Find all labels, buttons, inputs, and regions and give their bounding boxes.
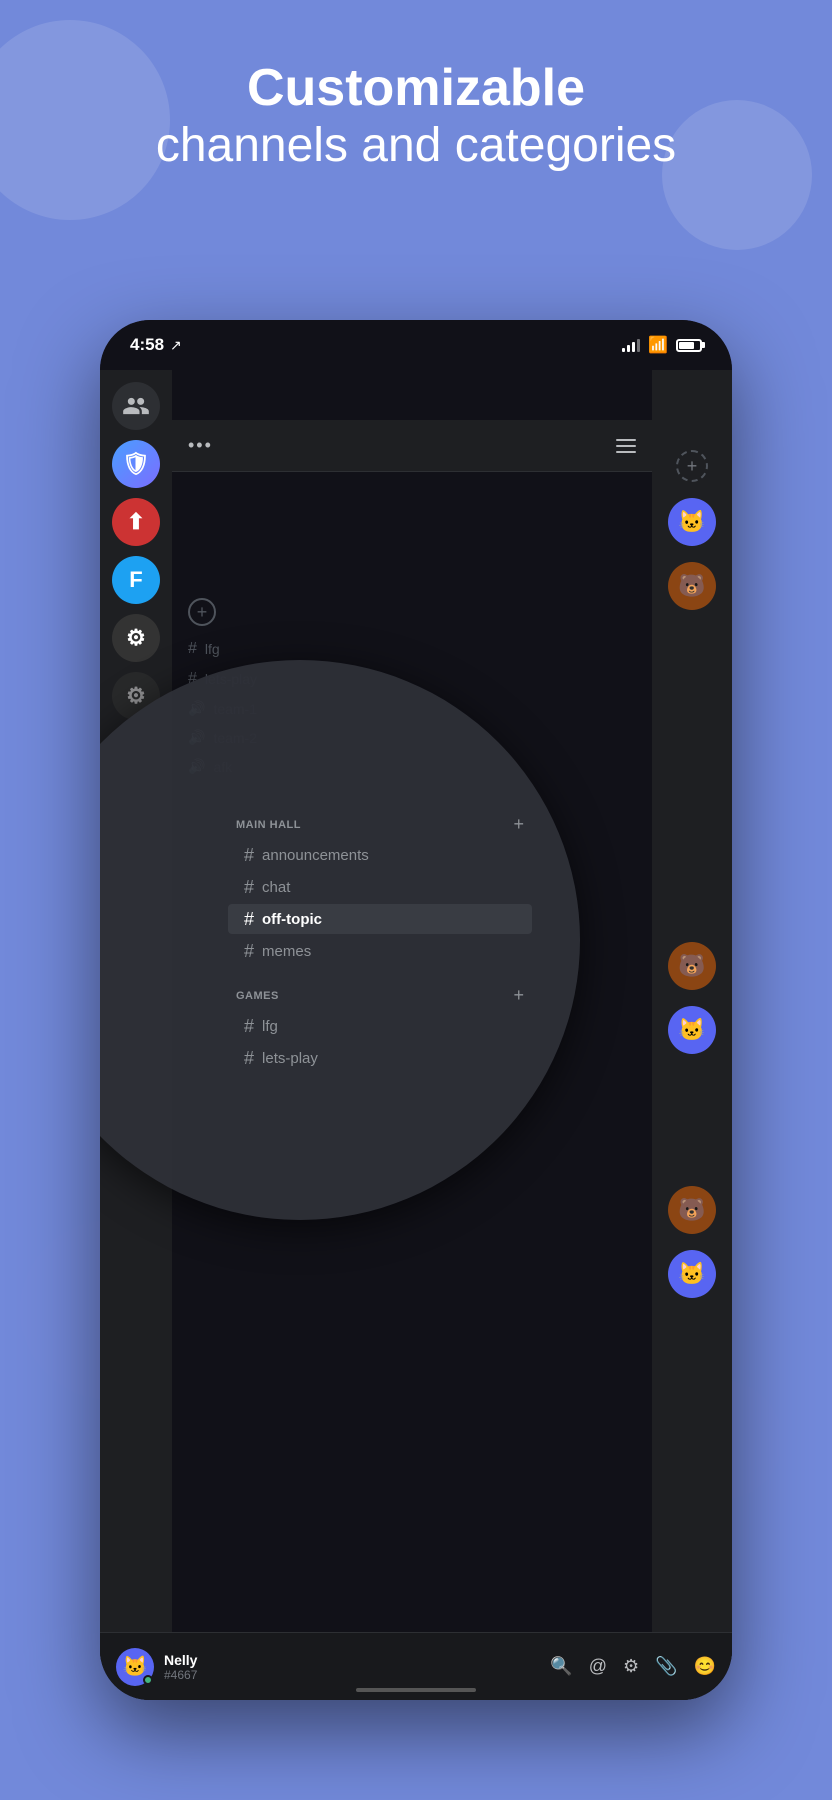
- category-games-add[interactable]: +: [513, 985, 524, 1006]
- hash-icon: #: [244, 1017, 254, 1035]
- hash-icon: #: [244, 878, 254, 896]
- header-light: channels and categories: [40, 117, 792, 175]
- hash-icon: #: [244, 1049, 254, 1067]
- status-icons: 📶: [622, 335, 702, 355]
- attachment-action-icon[interactable]: 📎: [655, 1656, 677, 1677]
- member-avatar-3[interactable]: 🐻: [668, 942, 716, 990]
- category-main-hall[interactable]: MAIN HALL +: [220, 806, 540, 839]
- channel-name-off-topic: off-topic: [262, 911, 322, 928]
- category-games[interactable]: GAMES +: [220, 977, 540, 1010]
- members-panel: + 🐱 🐻 🐻 🐱 🐻 🐱: [652, 370, 732, 1700]
- settings-action-icon[interactable]: ⚙: [623, 1656, 639, 1677]
- hash-icon: #: [244, 846, 254, 864]
- bg-channel-lfg[interactable]: # lfg: [188, 634, 642, 664]
- dots-menu[interactable]: •••: [188, 435, 213, 456]
- add-member-button[interactable]: +: [676, 450, 708, 482]
- wifi-icon: 📶: [648, 335, 668, 355]
- category-games-label: GAMES: [236, 990, 279, 1002]
- member-avatar-5[interactable]: 🐻: [668, 1186, 716, 1234]
- channel-chat[interactable]: # chat: [228, 872, 532, 902]
- mention-action-icon[interactable]: @: [589, 1656, 607, 1677]
- home-indicator: [356, 1688, 476, 1692]
- hamburger-menu[interactable]: [616, 439, 636, 453]
- app-area: 🛡 ⬆ F ⚙ ⚙ + + # lfg # lets-play 🔊 team-1: [100, 370, 732, 1700]
- header-bold: Customizable: [40, 60, 792, 117]
- server-item-users-icon[interactable]: [112, 382, 160, 430]
- channel-lfg[interactable]: # lfg: [228, 1011, 532, 1041]
- category-main-hall-add[interactable]: +: [513, 814, 524, 835]
- channel-name-chat: chat: [262, 879, 290, 896]
- channel-lets-play[interactable]: # lets-play: [228, 1043, 532, 1073]
- server-item-game1[interactable]: 🛡: [112, 440, 160, 488]
- channel-memes[interactable]: # memes: [228, 936, 532, 966]
- channel-name-announcements: announcements: [262, 847, 369, 864]
- hash-icon: #: [244, 910, 254, 928]
- online-status-dot: [143, 1675, 153, 1685]
- member-avatar-6[interactable]: 🐱: [668, 1250, 716, 1298]
- member-avatar-2[interactable]: 🐻: [668, 562, 716, 610]
- phone-frame: 4:58 ↗ 📶 🛡 ⬆: [100, 320, 732, 1700]
- member-avatar-4[interactable]: 🐱: [668, 1006, 716, 1054]
- user-tag: #4667: [164, 1668, 540, 1682]
- search-action-icon[interactable]: 🔍: [550, 1656, 572, 1677]
- signal-bars-icon: [622, 338, 640, 352]
- category-main-hall-label: MAIN HALL: [236, 819, 301, 831]
- user-avatar-wrap: 🐱: [116, 1648, 154, 1686]
- hash-icon: #: [244, 942, 254, 960]
- channel-name-lfg: lfg: [262, 1018, 278, 1035]
- emoji-action-icon[interactable]: 😊: [694, 1656, 716, 1677]
- server-item-game2[interactable]: ⬆: [112, 498, 160, 546]
- channel-name-lets-play: lets-play: [262, 1050, 318, 1067]
- user-actions: 🔍 @ ⚙ 📎 😊: [550, 1656, 716, 1677]
- bg-add-button[interactable]: +: [188, 598, 216, 626]
- navigation-icon: ↗: [170, 337, 182, 354]
- member-avatar-1[interactable]: 🐱: [668, 498, 716, 546]
- user-name: Nelly: [164, 1652, 540, 1668]
- server-item-game3[interactable]: F: [112, 556, 160, 604]
- status-bar: 4:58 ↗ 📶: [100, 320, 732, 370]
- channel-name-memes: memes: [262, 943, 311, 960]
- user-info: Nelly #4667: [164, 1652, 540, 1682]
- header-section: Customizable channels and categories: [0, 60, 832, 175]
- status-time: 4:58: [130, 335, 164, 355]
- server-header-bar: •••: [172, 420, 652, 472]
- channel-announcements[interactable]: # announcements: [228, 840, 532, 870]
- channel-off-topic[interactable]: # off-topic: [228, 904, 532, 934]
- server-item-game4[interactable]: ⚙: [112, 614, 160, 662]
- battery-icon: [676, 339, 702, 352]
